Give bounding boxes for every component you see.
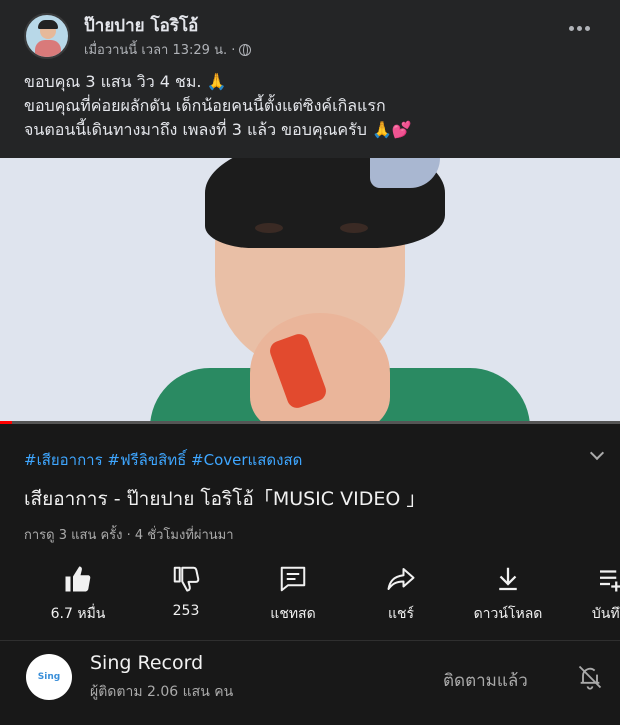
author-name[interactable]: ป๊ายปาย โอริโอ้ bbox=[84, 12, 198, 39]
facebook-post: ป๊ายปาย โอริโอ้ เมื่อวานนี้ เวลา 13:29 น… bbox=[0, 0, 620, 158]
live-chat-icon bbox=[243, 560, 343, 594]
save-label: บันทึก bbox=[591, 606, 620, 622]
channel-name[interactable]: Sing Record bbox=[90, 652, 203, 674]
share-label: แชร์ bbox=[387, 606, 415, 622]
more-options-icon[interactable] bbox=[569, 26, 590, 31]
download-icon bbox=[458, 560, 558, 594]
post-line: ขอบคุณที่ค่อยผลักดัน เด็กน้อยคนนี้ตั้งแต… bbox=[24, 96, 386, 115]
live-chat-button[interactable]: แชทสด bbox=[243, 560, 343, 625]
subscribed-button[interactable]: ติดตามแล้ว bbox=[443, 667, 528, 694]
save-icon bbox=[560, 560, 620, 594]
video-hashtags[interactable]: #เสียอาการ #ฟรีลิขสิทธิ์ #Coverแสดงสด bbox=[24, 448, 302, 472]
dislike-button[interactable]: 253 bbox=[136, 560, 236, 619]
live-chat-label: แชทสด bbox=[270, 606, 316, 622]
action-bar: 6.7 หมื่น 253 แชทสด แชร์ ดาวน์โหลด บันทึ… bbox=[0, 560, 620, 640]
post-line: ขอบคุณ 3 แสน วิว 4 ชม. 🙏 bbox=[24, 72, 227, 91]
like-button[interactable]: 6.7 หมื่น bbox=[28, 560, 128, 625]
channel-logo-text: Sing bbox=[37, 672, 61, 682]
video-stats: การดู 3 แสน ครั้ง · 4 ชั่วโมงที่ผ่านมา bbox=[24, 528, 234, 543]
like-count: 6.7 หมื่น bbox=[50, 606, 106, 622]
post-line: จนตอนนี้เดินทางมาถึง เพลงที่ 3 แล้ว ขอบค… bbox=[24, 120, 412, 139]
post-text: ขอบคุณ 3 แสน วิว 4 ชม. 🙏 ขอบคุณที่ค่อยผล… bbox=[24, 70, 412, 142]
author-avatar[interactable] bbox=[24, 13, 70, 59]
download-label: ดาวน์โหลด bbox=[473, 606, 543, 622]
globe-icon bbox=[239, 43, 252, 56]
post-meta: เมื่อวานนี้ เวลา 13:29 น. · bbox=[84, 39, 252, 60]
post-timestamp[interactable]: เมื่อวานนี้ เวลา 13:29 น. · bbox=[84, 39, 235, 60]
divider bbox=[0, 640, 620, 641]
video-player[interactable] bbox=[0, 158, 620, 424]
bell-off-icon[interactable] bbox=[576, 663, 604, 695]
share-icon bbox=[351, 560, 451, 594]
channel-avatar[interactable]: Sing bbox=[26, 654, 72, 700]
download-button[interactable]: ดาวน์โหลด bbox=[458, 560, 558, 625]
thumbs-up-icon bbox=[28, 560, 128, 594]
save-button[interactable]: บันทึก bbox=[560, 560, 620, 625]
video-title: เสียอาการ - ป๊ายปาย โอริโอ้「MUSIC VIDEO … bbox=[24, 488, 426, 510]
subscriber-count: ผู้ติดตาม 2.06 แสน คน bbox=[90, 684, 234, 700]
share-button[interactable]: แชร์ bbox=[351, 560, 451, 625]
thumbs-down-icon bbox=[136, 560, 236, 594]
dislike-count: 253 bbox=[172, 603, 200, 619]
